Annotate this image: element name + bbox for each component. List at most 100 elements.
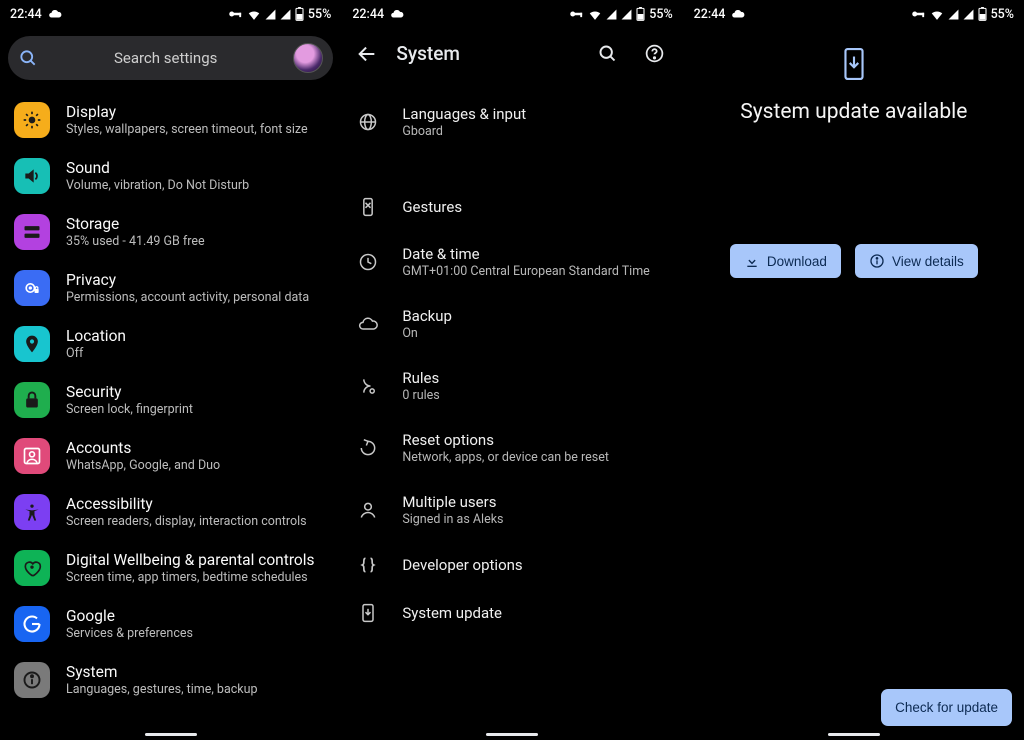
system-item-multiple-users[interactable]: Multiple usersSigned in as Aleks <box>342 479 682 541</box>
system-item-subtitle: Signed in as Aleks <box>402 512 503 527</box>
signal-icon <box>265 9 276 20</box>
category-accessibility[interactable]: AccessibilityScreen readers, display, in… <box>0 484 341 540</box>
download-icon <box>744 253 760 269</box>
system-item-date-time[interactable]: Date & timeGMT+01:00 Central European St… <box>342 231 682 293</box>
storage-icon <box>14 214 50 250</box>
cloud-icon <box>390 7 404 21</box>
status-bar: 22:44 55% <box>684 0 1024 28</box>
system-item-subtitle: GMT+01:00 Central European Standard Time <box>402 264 649 279</box>
category-subtitle: Styles, wallpapers, screen timeout, font… <box>66 122 308 138</box>
vpn-key-icon <box>228 9 243 19</box>
update-phone-icon <box>356 603 380 623</box>
search-settings-box[interactable]: Search settings <box>8 36 333 80</box>
wifi-icon <box>930 8 944 20</box>
category-title: Location <box>66 327 126 345</box>
category-subtitle: Languages, gestures, time, backup <box>66 682 258 698</box>
system-item-system-update[interactable]: System update <box>342 589 682 637</box>
privacy-icon <box>14 270 50 306</box>
reset-icon <box>356 438 380 458</box>
brightness-icon <box>14 102 50 138</box>
signal-icon <box>606 9 617 20</box>
battery-icon <box>636 7 645 21</box>
category-subtitle: 35% used - 41.49 GB free <box>66 234 205 250</box>
system-item-languages-input[interactable]: Languages & inputGboard <box>342 91 682 183</box>
category-subtitle: Services & preferences <box>66 626 193 642</box>
status-time: 22:44 <box>10 7 42 22</box>
download-button[interactable]: Download <box>730 244 841 278</box>
search-placeholder: Search settings <box>48 49 283 67</box>
system-item-subtitle: On <box>402 326 452 341</box>
category-subtitle: WhatsApp, Google, and Duo <box>66 458 220 474</box>
volume-icon <box>14 158 50 194</box>
category-subtitle: Off <box>66 346 126 362</box>
phone-update-icon <box>684 48 1024 80</box>
category-storage[interactable]: Storage35% used - 41.49 GB free <box>0 204 341 260</box>
cloud-icon <box>48 7 62 21</box>
status-right-icons: 55% <box>569 7 672 22</box>
vpn-key-icon <box>911 9 926 19</box>
download-label: Download <box>767 254 827 269</box>
status-time: 22:44 <box>352 7 384 22</box>
help-icon[interactable] <box>644 43 665 64</box>
wifi-icon <box>247 8 261 20</box>
gesture-icon <box>356 197 380 217</box>
signal-icon <box>621 9 632 20</box>
category-security[interactable]: SecurityScreen lock, fingerprint <box>0 372 341 428</box>
system-item-title: Rules <box>402 369 439 387</box>
system-item-gestures[interactable]: Gestures <box>342 183 682 231</box>
update-content: System update available Download View de… <box>684 28 1024 278</box>
nav-indicator <box>486 733 538 736</box>
view-details-button[interactable]: View details <box>855 244 978 278</box>
system-item-title: System update <box>402 604 502 622</box>
search-icon[interactable] <box>597 43 618 64</box>
category-title: Google <box>66 607 193 625</box>
status-battery: 55% <box>991 7 1014 22</box>
cloud-icon <box>356 314 380 334</box>
system-item-backup[interactable]: BackupOn <box>342 293 682 355</box>
system-item-title: Date & time <box>402 245 649 263</box>
lock-icon <box>14 382 50 418</box>
system-header: System <box>342 28 682 73</box>
view-details-label: View details <box>892 254 964 269</box>
rules-icon <box>356 376 380 396</box>
category-display[interactable]: DisplayStyles, wallpapers, screen timeou… <box>0 92 341 148</box>
category-title: Sound <box>66 159 249 177</box>
info-icon <box>869 253 885 269</box>
category-subtitle: Screen time, app timers, bedtime schedul… <box>66 570 315 586</box>
category-location[interactable]: LocationOff <box>0 316 341 372</box>
update-title: System update available <box>684 100 1024 124</box>
check-for-update-button[interactable]: Check for update <box>881 689 1012 726</box>
category-title: Accessibility <box>66 495 307 513</box>
category-digital-wellbeing-parental-controls[interactable]: Digital Wellbeing & parental controlsScr… <box>0 540 341 596</box>
category-privacy[interactable]: PrivacyPermissions, account activity, pe… <box>0 260 341 316</box>
category-subtitle: Screen lock, fingerprint <box>66 402 193 418</box>
status-bar: 22:44 55% <box>0 0 341 28</box>
a11y-icon <box>14 494 50 530</box>
avatar[interactable] <box>293 43 323 73</box>
status-bar: 22:44 55% <box>342 0 682 28</box>
status-battery: 55% <box>649 7 672 22</box>
settings-root-panel: 22:44 55% Search settings DisplayStyles,… <box>0 0 341 740</box>
back-button[interactable] <box>356 43 378 65</box>
system-item-reset-options[interactable]: Reset optionsNetwork, apps, or device ca… <box>342 417 682 479</box>
system-title: System <box>396 42 578 65</box>
heart-icon <box>14 550 50 586</box>
braces-icon <box>356 555 380 575</box>
battery-icon <box>295 7 304 21</box>
category-title: System <box>66 663 258 681</box>
system-item-title: Reset options <box>402 431 609 449</box>
system-item-subtitle: Network, apps, or device can be reset <box>402 450 609 465</box>
system-item-rules[interactable]: Rules0 rules <box>342 355 682 417</box>
status-right-icons: 55% <box>228 7 331 22</box>
category-title: Digital Wellbeing & parental controls <box>66 551 315 569</box>
system-list: Languages & inputGboardGesturesDate & ti… <box>342 73 682 637</box>
category-system[interactable]: SystemLanguages, gestures, time, backup <box>0 652 341 708</box>
category-google[interactable]: GoogleServices & preferences <box>0 596 341 652</box>
system-item-title: Developer options <box>402 556 522 574</box>
nav-indicator <box>145 733 197 736</box>
system-item-developer-options[interactable]: Developer options <box>342 541 682 589</box>
category-accounts[interactable]: AccountsWhatsApp, Google, and Duo <box>0 428 341 484</box>
category-title: Privacy <box>66 271 309 289</box>
category-sound[interactable]: SoundVolume, vibration, Do Not Disturb <box>0 148 341 204</box>
system-item-title: Languages & input <box>402 105 526 123</box>
